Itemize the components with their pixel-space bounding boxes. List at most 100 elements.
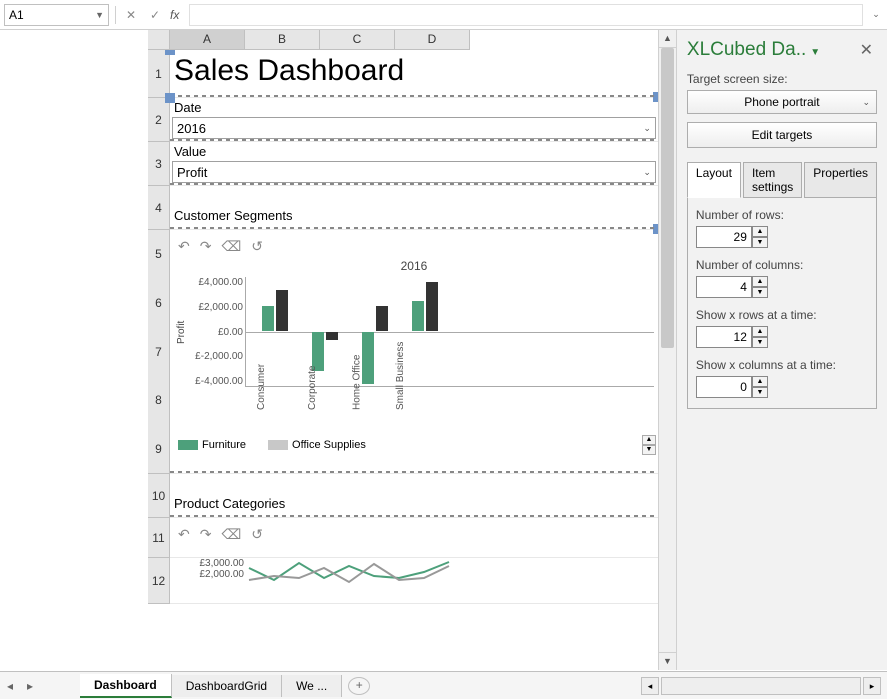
- resize-handle-icon[interactable]: [165, 50, 175, 55]
- tab-item-settings[interactable]: Item settings: [743, 162, 802, 198]
- sheet-tab-truncated[interactable]: We ...: [282, 675, 342, 697]
- line-chart-preview: [244, 558, 454, 588]
- undo-icon[interactable]: ↶: [178, 526, 190, 543]
- x-category-label: Corporate: [307, 366, 318, 410]
- showrows-input[interactable]: [696, 326, 752, 348]
- value-value: Profit: [177, 165, 207, 180]
- row-header[interactable]: 7: [155, 327, 162, 376]
- target-size-label: Target screen size:: [687, 72, 877, 86]
- worksheet-area: A B C D 1 Sales Dashboard: [0, 30, 676, 670]
- row-header[interactable]: 2: [148, 98, 170, 142]
- target-size-dropdown[interactable]: Phone portrait ⌄: [687, 90, 877, 114]
- redo-icon[interactable]: ↷: [200, 526, 212, 543]
- row-header[interactable]: 10: [148, 474, 170, 518]
- check-icon[interactable]: ✓: [146, 6, 164, 24]
- scroll-right-icon[interactable]: ▸: [863, 677, 881, 695]
- y-axis-label: Profit: [174, 277, 189, 387]
- fx-label[interactable]: fx: [170, 8, 179, 22]
- column-header[interactable]: B: [245, 30, 320, 50]
- column-header[interactable]: C: [320, 30, 395, 50]
- date-dropdown[interactable]: 2016 ⌄: [172, 117, 656, 139]
- row-header[interactable]: 4: [148, 186, 170, 230]
- eraser-icon[interactable]: ⌫: [221, 526, 241, 543]
- scrollbar-thumb[interactable]: [661, 48, 674, 348]
- close-icon[interactable]: ✕: [856, 38, 877, 62]
- resize-handle-icon[interactable]: [165, 93, 175, 103]
- panel-title[interactable]: XLCubed Da.. ▼: [687, 39, 820, 61]
- target-size-value: Phone portrait: [744, 95, 819, 109]
- redo-icon[interactable]: ↷: [200, 238, 212, 255]
- showcols-input[interactable]: [696, 376, 752, 398]
- vertical-scrollbar[interactable]: ▲ ▼: [658, 30, 676, 670]
- tab-nav-prev-icon[interactable]: ◂: [0, 679, 20, 693]
- scroll-left-icon[interactable]: ◂: [641, 677, 659, 695]
- cancel-icon[interactable]: ✕: [122, 6, 140, 24]
- showrows-spinner[interactable]: ▲▼: [752, 326, 768, 348]
- formula-input[interactable]: [189, 4, 863, 26]
- horizontal-scrollbar[interactable]: ◂ ▸: [370, 677, 887, 695]
- row-header[interactable]: 5: [155, 230, 162, 279]
- ytick: £0.00: [189, 327, 243, 338]
- showcols-label: Show x columns at a time:: [696, 358, 868, 372]
- scroll-down-icon[interactable]: ▼: [659, 652, 676, 670]
- plot-area: ConsumerCorporateHome OfficeSmall Busine…: [245, 277, 654, 387]
- date-value: 2016: [177, 121, 206, 136]
- panel-title-text: XLCubed Da..: [687, 39, 806, 60]
- add-sheet-icon[interactable]: +: [348, 677, 370, 695]
- scrollbar-track[interactable]: [661, 677, 861, 695]
- tab-properties[interactable]: Properties: [804, 162, 877, 198]
- showrows-label: Show x rows at a time:: [696, 308, 868, 322]
- row-header[interactable]: 6: [155, 279, 162, 328]
- row-header[interactable]: 11: [148, 518, 170, 558]
- rows-label: Number of rows:: [696, 208, 868, 222]
- chevron-down-icon: ⌄: [643, 123, 651, 134]
- undo-icon[interactable]: ↶: [178, 238, 190, 255]
- column-headers: A B C D: [148, 30, 658, 50]
- cols-input[interactable]: [696, 276, 752, 298]
- row-header[interactable]: 9: [155, 424, 162, 473]
- formula-bar: A1 ▼ ✕ ✓ fx ⌄: [0, 0, 887, 30]
- name-box[interactable]: A1 ▼: [4, 4, 109, 26]
- chart-title: 2016: [174, 259, 654, 273]
- refresh-icon[interactable]: ↺: [251, 238, 263, 255]
- refresh-icon[interactable]: ↺: [251, 526, 263, 543]
- row-header[interactable]: 3: [148, 142, 170, 186]
- value-dropdown[interactable]: Profit ⌄: [172, 161, 656, 183]
- eraser-icon[interactable]: ⌫: [221, 238, 241, 255]
- sheet-tab-dashboardgrid[interactable]: DashboardGrid: [172, 675, 282, 697]
- row-header[interactable]: 8: [155, 376, 162, 425]
- row-header[interactable]: 1: [148, 50, 170, 98]
- chart-legend: Furniture Office Supplies ▲▼: [170, 435, 658, 455]
- chevron-down-icon: ▼: [810, 47, 820, 58]
- select-all-corner[interactable]: [148, 30, 170, 50]
- column-header[interactable]: A: [170, 30, 245, 50]
- legend-label: Office Supplies: [292, 439, 366, 451]
- bar: [276, 290, 288, 331]
- legend-scroll[interactable]: ▲▼: [642, 435, 656, 455]
- edit-targets-button[interactable]: Edit targets: [687, 122, 877, 148]
- scroll-up-icon[interactable]: ▲: [659, 30, 676, 48]
- cell-reference: A1: [9, 8, 24, 22]
- tab-layout[interactable]: Layout: [687, 162, 741, 198]
- showcols-spinner[interactable]: ▲▼: [752, 376, 768, 398]
- legend-swatch-icon: [178, 440, 198, 450]
- tab-nav-next-icon[interactable]: ▸: [20, 679, 40, 693]
- chevron-down-icon: ▼: [95, 10, 104, 20]
- ytick: £2,000.00: [189, 302, 243, 313]
- rows-input[interactable]: [696, 226, 752, 248]
- sheet-tab-bar: ◂ ▸ Dashboard DashboardGrid We ... + ◂ ▸: [0, 671, 887, 699]
- ytick: £2,000.00: [188, 569, 244, 580]
- column-header[interactable]: D: [395, 30, 470, 50]
- chevron-down-icon: ⌄: [643, 167, 651, 178]
- x-category-label: Home Office: [351, 355, 362, 410]
- row-header-group: 5 6 7 8 9: [148, 230, 170, 474]
- sheet-tab-dashboard[interactable]: Dashboard: [80, 674, 172, 698]
- expand-formula-icon[interactable]: ⌄: [869, 9, 883, 20]
- ytick: £-4,000.00: [189, 376, 243, 387]
- row-header[interactable]: 12: [148, 558, 170, 604]
- ytick: £4,000.00: [189, 277, 243, 288]
- bar: [376, 306, 388, 331]
- bar: [326, 332, 338, 340]
- cols-spinner[interactable]: ▲▼: [752, 276, 768, 298]
- rows-spinner[interactable]: ▲▼: [752, 226, 768, 248]
